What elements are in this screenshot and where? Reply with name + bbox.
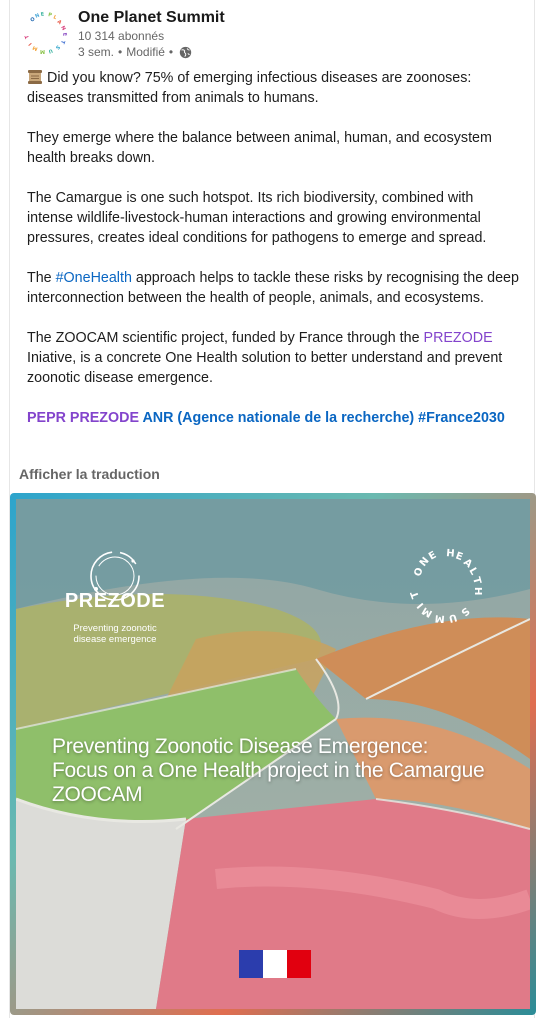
tag-pepr-prezode[interactable]: PEPR PREZODE: [27, 410, 139, 426]
svg-text:H: H: [472, 587, 483, 595]
flag-white: [263, 950, 287, 978]
paragraph-1: Did you know? 75% of emerging infectious…: [27, 68, 523, 108]
svg-text:T: T: [470, 576, 482, 586]
separator-dot: •: [118, 45, 123, 59]
tag-anr[interactable]: ANR (Agence nationale de la recherche): [142, 410, 414, 426]
hashtag-onehealth-link[interactable]: #OneHealth: [56, 270, 132, 286]
separator-dot: •: [168, 45, 174, 59]
prezode-wordmark: PREZODE: [64, 590, 166, 612]
scroll-emoji-icon: [28, 70, 42, 84]
headline-line-2: Focus on a One Health project in the Cam…: [52, 759, 485, 782]
svg-text:U: U: [447, 611, 458, 623]
post-image[interactable]: PREZODE Preventing zoonotic disease emer…: [10, 493, 536, 1015]
image-headline: Preventing Zoonotic Disease Emergence: F…: [52, 735, 530, 807]
post-header: O N E P L A N E T S U M M I T One Planet…: [24, 8, 225, 60]
mention-prezode-link[interactable]: PREZODE: [424, 330, 493, 346]
flag-red: [287, 950, 311, 978]
one-health-summit-badge: O N E H E A L T H S U M M I T: [410, 548, 483, 623]
paragraph-1-text: Did you know? 75% of emerging infectious…: [27, 70, 472, 106]
svg-text:S: S: [459, 605, 472, 618]
paragraph-3: The Camargue is one such hotspot. Its ri…: [27, 190, 487, 246]
post-timestamp: 3 sem. • Modifié •: [78, 44, 225, 60]
flag-blue: [239, 950, 263, 978]
time-ago: 3 sem.: [78, 45, 115, 59]
prezode-logo: PREZODE Preventing zoonotic disease emer…: [60, 547, 170, 645]
prezode-tagline: Preventing zoonotic disease emergence: [60, 623, 170, 645]
globe-icon: [179, 46, 192, 58]
headline-line-1: Preventing Zoonotic Disease Emergence:: [52, 735, 429, 758]
image-content: PREZODE Preventing zoonotic disease emer…: [16, 499, 530, 1009]
french-republic-flag-logo: [239, 950, 311, 978]
tags-line: PEPR PREZODE ANR (Agence nationale de la…: [27, 408, 523, 428]
show-translation-button[interactable]: Afficher la traduction: [19, 466, 160, 482]
tag-france2030[interactable]: #France2030: [418, 410, 505, 426]
post-meta: One Planet Summit 10 314 abonnés 3 sem. …: [78, 8, 225, 60]
author-name[interactable]: One Planet Summit: [78, 8, 225, 28]
svg-text:H: H: [446, 548, 455, 560]
headline-line-3: ZOOCAM: [52, 783, 143, 806]
one-planet-summit-logo[interactable]: O N E P L A N E T S U M M I T: [24, 10, 68, 54]
paragraph-4-start: The: [27, 270, 56, 286]
paragraph-2: They emerge where the balance between an…: [27, 130, 492, 166]
post-card: O N E P L A N E T S U M M I T One Planet…: [9, 0, 536, 1018]
svg-text:T: T: [410, 589, 422, 599]
svg-text:E: E: [454, 550, 464, 563]
paragraph-5: The ZOOCAM scientific project, funded by…: [27, 328, 523, 388]
paragraph-5-end: Iniative, is a concrete One Health solut…: [27, 350, 503, 386]
prezode-tagline-line1: Preventing zoonotic: [73, 623, 157, 634]
svg-text:M: M: [40, 48, 45, 54]
paragraph-5-start: The ZOOCAM scientific project, funded by…: [27, 330, 424, 346]
post-body: Did you know? 75% of emerging infectious…: [27, 68, 523, 428]
follower-count: 10 314 abonnés: [78, 29, 165, 43]
prezode-tagline-line2: disease emergence: [73, 634, 157, 645]
svg-text:M: M: [434, 612, 445, 623]
edited-label: Modifié: [126, 45, 165, 59]
paragraph-4: The #OneHealth approach helps to tackle …: [27, 268, 523, 308]
